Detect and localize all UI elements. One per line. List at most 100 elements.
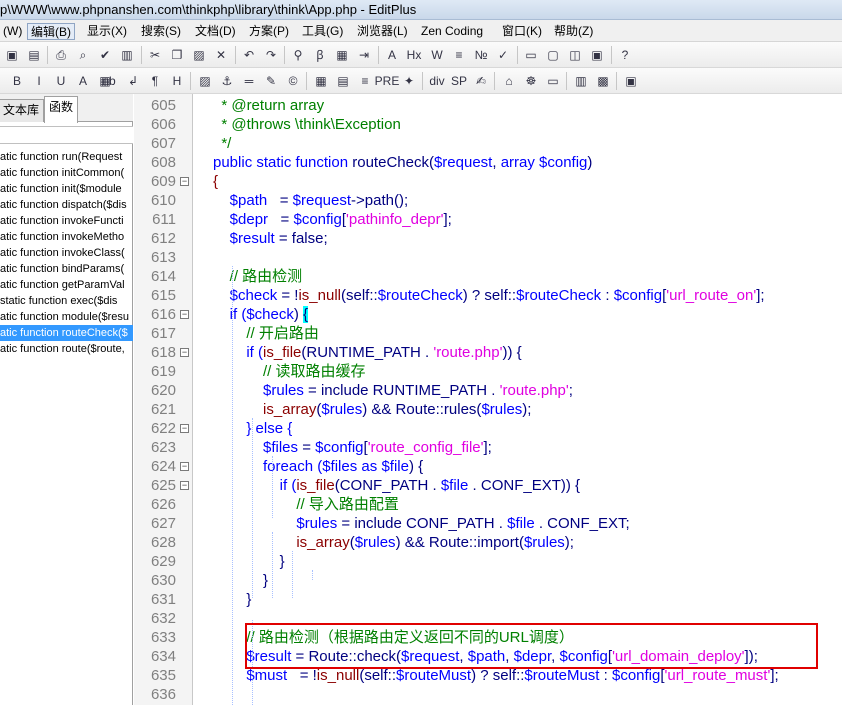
- table-icon[interactable]: ▦: [312, 72, 330, 90]
- replace-icon[interactable]: ꞵ: [311, 46, 329, 64]
- preview-icon[interactable]: ▢: [544, 46, 562, 64]
- function-list-item[interactable]: atic function getParamVal: [0, 277, 133, 293]
- function-list-item[interactable]: atic function route($route,: [0, 341, 133, 357]
- palette-icon[interactable]: ▩: [594, 72, 612, 90]
- frame-icon[interactable]: ▭: [544, 72, 562, 90]
- delete-icon[interactable]: ✕: [212, 46, 230, 64]
- menu-item-4[interactable]: 文档(D): [192, 23, 239, 40]
- panel-tab-0[interactable]: 文本库: [0, 99, 45, 122]
- goto-line-icon[interactable]: ⇥: [355, 46, 373, 64]
- function-list-item[interactable]: atic function invokeFuncti: [0, 213, 133, 229]
- function-filter-input[interactable]: [0, 126, 133, 144]
- code-token: ,: [551, 648, 560, 665]
- browser-icon[interactable]: ◫: [566, 46, 584, 64]
- line-number: 615: [150, 287, 176, 304]
- image-icon[interactable]: ▨: [196, 72, 214, 90]
- paragraph-icon[interactable]: ¶: [146, 72, 164, 90]
- page-setup-icon[interactable]: ▥: [118, 46, 136, 64]
- code-token: ): [293, 306, 304, 323]
- function-list-item[interactable]: atic function initCommon(: [0, 165, 133, 181]
- heading-icon[interactable]: H: [168, 72, 186, 90]
- code-text: $must = !is_null(self::$routeMust) ? sel…: [213, 666, 778, 685]
- edit-icon[interactable]: ✎: [262, 72, 280, 90]
- font-color-icon[interactable]: A: [74, 72, 92, 90]
- fold-toggle-icon[interactable]: −: [180, 310, 189, 319]
- menu-item-2[interactable]: 显示(X): [84, 23, 130, 40]
- span-icon[interactable]: SP: [450, 72, 468, 90]
- code-token: = include CONF_PATH .: [337, 515, 508, 532]
- underline-icon[interactable]: U: [52, 72, 70, 90]
- function-list-item[interactable]: atic function invokeClass(: [0, 245, 133, 261]
- menu-item-9[interactable]: 窗口(K): [499, 23, 545, 40]
- ruler-icon[interactable]: ≡: [450, 46, 468, 64]
- code-token: 'url_domain_deploy': [612, 648, 745, 665]
- function-list-item[interactable]: atic function routeCheck($: [0, 325, 133, 341]
- tag-icon[interactable]: ⌂: [500, 72, 518, 90]
- menu-item-1[interactable]: 编辑(B): [27, 23, 75, 40]
- fold-toggle-icon[interactable]: −: [180, 462, 189, 471]
- print-icon[interactable]: ⎙: [52, 46, 70, 64]
- line-number-icon[interactable]: №: [472, 46, 490, 64]
- menu-item-8[interactable]: Zen Coding: [418, 23, 486, 40]
- div-icon[interactable]: div: [428, 72, 446, 90]
- menu-item-5[interactable]: 方案(P): [246, 23, 292, 40]
- italic-icon[interactable]: I: [30, 72, 48, 90]
- css-icon[interactable]: ☸: [522, 72, 540, 90]
- nbsp-icon[interactable]: nb: [100, 72, 118, 90]
- window-list-icon[interactable]: ▭: [522, 46, 540, 64]
- help-cursor-icon[interactable]: ?: [616, 46, 634, 64]
- cut-icon[interactable]: ✂: [146, 46, 164, 64]
- paste-icon[interactable]: ▨: [190, 46, 208, 64]
- line-break-icon[interactable]: ↲: [124, 72, 142, 90]
- function-list-item[interactable]: atic function module($resu: [0, 309, 133, 325]
- spell-check-icon[interactable]: ✔: [96, 46, 114, 64]
- anchor-icon[interactable]: ⚓: [218, 72, 236, 90]
- code-token: foreach (: [213, 458, 323, 475]
- fold-toggle-icon[interactable]: −: [180, 481, 189, 490]
- pre-icon[interactable]: PRE: [375, 72, 400, 90]
- menu-item-0[interactable]: (W): [0, 23, 25, 40]
- function-list-item[interactable]: atic function run(Request: [0, 149, 133, 165]
- line-number: 623: [150, 439, 176, 456]
- menu-item-3[interactable]: 搜索(S): [138, 23, 184, 40]
- save-all-icon[interactable]: ▤: [25, 46, 43, 64]
- word-wrap-icon[interactable]: W: [428, 46, 446, 64]
- menu-item-6[interactable]: 工具(G): [299, 23, 346, 40]
- function-list-item[interactable]: atic function invokeMetho: [0, 229, 133, 245]
- form-icon[interactable]: ▤: [334, 72, 352, 90]
- copy-icon[interactable]: ❐: [168, 46, 186, 64]
- clip-icon[interactable]: ▣: [588, 46, 606, 64]
- function-list-item[interactable]: atic function dispatch($dis: [0, 197, 133, 213]
- find-icon[interactable]: ⚲: [289, 46, 307, 64]
- code-editor[interactable]: 605 * @return array 606 * @throws \think\…: [134, 94, 842, 705]
- line-number: 624: [150, 458, 176, 475]
- fold-toggle-icon[interactable]: −: [180, 424, 189, 433]
- fold-toggle-icon[interactable]: −: [180, 348, 189, 357]
- center-icon[interactable]: ≡: [356, 72, 374, 90]
- undo-icon[interactable]: ↶: [240, 46, 258, 64]
- browser-view-icon[interactable]: ▣: [622, 72, 640, 90]
- menu-item-7[interactable]: 浏览器(L): [354, 23, 411, 40]
- panel-tab-1[interactable]: 函数: [44, 96, 79, 123]
- hex-view-icon[interactable]: Hx: [405, 46, 423, 64]
- save-icon[interactable]: ▣: [3, 46, 21, 64]
- find-in-files-icon[interactable]: ▦: [333, 46, 351, 64]
- function-list-item[interactable]: static function exec($dis: [0, 293, 133, 309]
- function-list-item[interactable]: atic function bindParams(: [0, 261, 133, 277]
- bold-icon[interactable]: B: [8, 72, 26, 90]
- function-list-item[interactable]: atic function init($module: [0, 181, 133, 197]
- comment-icon[interactable]: ©: [284, 72, 302, 90]
- spell-icon[interactable]: ✓: [494, 46, 512, 64]
- line-number: 622: [150, 420, 176, 437]
- clip-library-icon[interactable]: ✍: [472, 72, 490, 90]
- code-token: )) {: [502, 344, 522, 361]
- hr-icon[interactable]: ═: [240, 72, 258, 90]
- script-icon[interactable]: ✦: [400, 72, 418, 90]
- fold-toggle-icon[interactable]: −: [180, 177, 189, 186]
- redo-icon[interactable]: ↷: [262, 46, 280, 64]
- menu-item-10[interactable]: 帮助(Z): [551, 23, 596, 40]
- layout-icon[interactable]: ▥: [572, 72, 590, 90]
- line-number: 631: [150, 591, 176, 608]
- print-preview-icon[interactable]: ⌕: [74, 46, 92, 64]
- font-icon[interactable]: A: [383, 46, 401, 64]
